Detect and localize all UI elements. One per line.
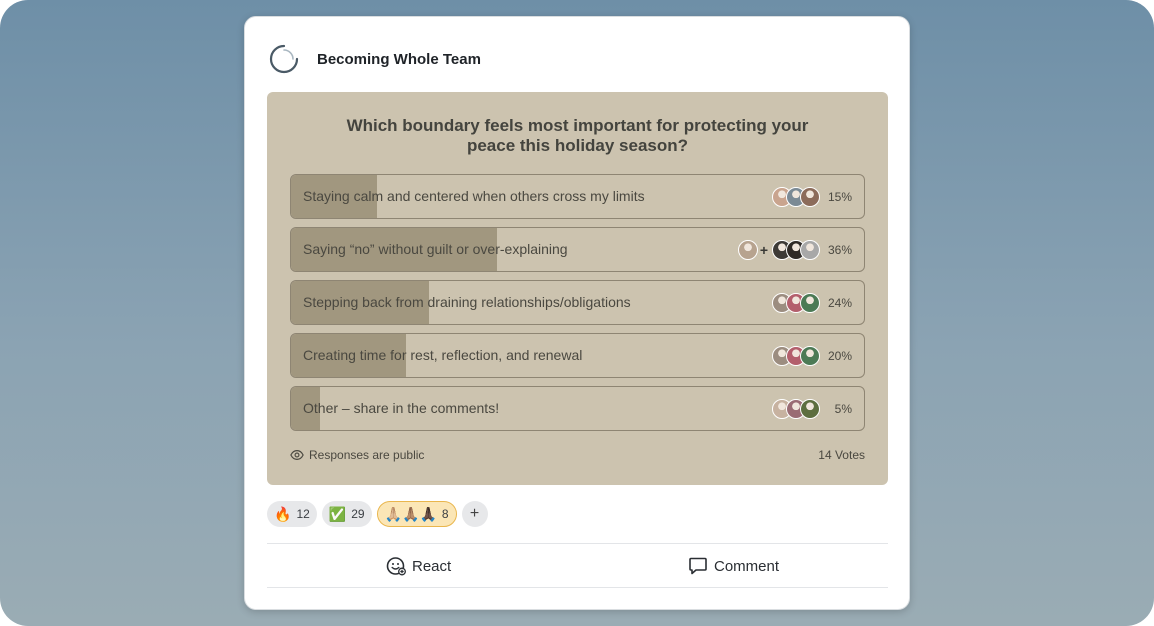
poll-option-percent: 5% [834,401,852,416]
avatar [800,345,820,366]
reaction-count: 29 [351,507,365,521]
react-button[interactable]: React [386,553,451,579]
plus-icon: + [759,241,768,258]
reaction-pill[interactable]: 🙏🏼🙏🏽🙏🏿 8 [376,501,457,527]
poll-option-label: Other – share in the comments! [303,400,500,416]
react-icon [386,557,406,576]
poll-option-label: Saying “no” without guilt or over-explai… [303,241,568,257]
comment-icon [689,557,707,575]
avatar [800,186,820,207]
add-reaction-button[interactable]: + [461,501,488,527]
poll-option-percent: 36% [827,242,852,257]
avatar [800,292,820,313]
poll-option-meta: 24% [772,281,852,324]
poll-option[interactable]: Other – share in the comments! 5% [290,386,865,431]
react-label: React [412,557,452,575]
poll-option-meta: 15% [772,175,852,218]
poll-option[interactable]: Saying “no” without guilt or over-explai… [290,227,865,272]
reaction-pill[interactable]: ✅ 29 [321,501,372,527]
poll-option-percent: 24% [827,295,852,310]
check-mark-icon: ✅ [328,505,347,522]
comment-button[interactable]: Comment [688,553,779,579]
poll-option[interactable]: Stepping back from draining relationship… [290,280,865,325]
poll-option-meta: 5% [772,387,852,430]
voter-avatars[interactable] [772,186,820,207]
praying-hands-icon: 🙏🏼🙏🏽🙏🏿 [384,505,437,522]
reaction-bar: 🔥 12 ✅ 29 🙏🏼🙏🏽🙏🏿 8 + [267,501,493,527]
poll-option-percent: 15% [827,189,852,204]
poll-option-meta: 20% [772,334,852,377]
voter-avatars[interactable]: + [737,239,820,260]
reaction-count: 8 [441,507,449,521]
voter-avatars[interactable] [772,292,820,313]
vote-count: 14 Votes [818,448,865,462]
avatar [737,239,758,260]
poll-option-label: Stepping back from draining relationship… [303,294,631,310]
voter-avatars[interactable] [772,398,820,419]
eye-icon [290,450,304,460]
poll-option-meta: +36% [737,228,852,271]
reaction-pill[interactable]: 🔥 12 [267,501,317,527]
team-logo-icon[interactable] [269,44,299,74]
poll-option-percent: 20% [827,348,852,363]
fire-icon: 🔥 [274,505,292,522]
avatar [800,398,820,419]
poll-option[interactable]: Creating time for rest, reflection, and … [290,333,865,378]
poll-option-label: Creating time for rest, reflection, and … [303,347,583,363]
post-header: Becoming Whole Team [269,43,481,75]
avatar [800,239,820,260]
voter-avatars[interactable] [772,345,820,366]
comment-label: Comment [714,557,780,575]
divider-bottom [267,587,888,588]
poll-option-label: Staying calm and centered when others cr… [303,188,645,204]
responses-note: Responses are public [309,448,425,462]
divider-top [267,543,888,544]
poll-footer: Responses are public 14 Votes [290,447,865,463]
team-name[interactable]: Becoming Whole Team [317,51,481,68]
responses-public: Responses are public [290,448,424,462]
poll-option[interactable]: Staying calm and centered when others cr… [290,174,865,219]
reaction-count: 12 [296,507,310,521]
poll-question: Which boundary feels most important for … [346,116,809,155]
post-card: Becoming Whole Team Which boundary feels… [244,16,910,610]
poll: Which boundary feels most important for … [267,92,888,485]
